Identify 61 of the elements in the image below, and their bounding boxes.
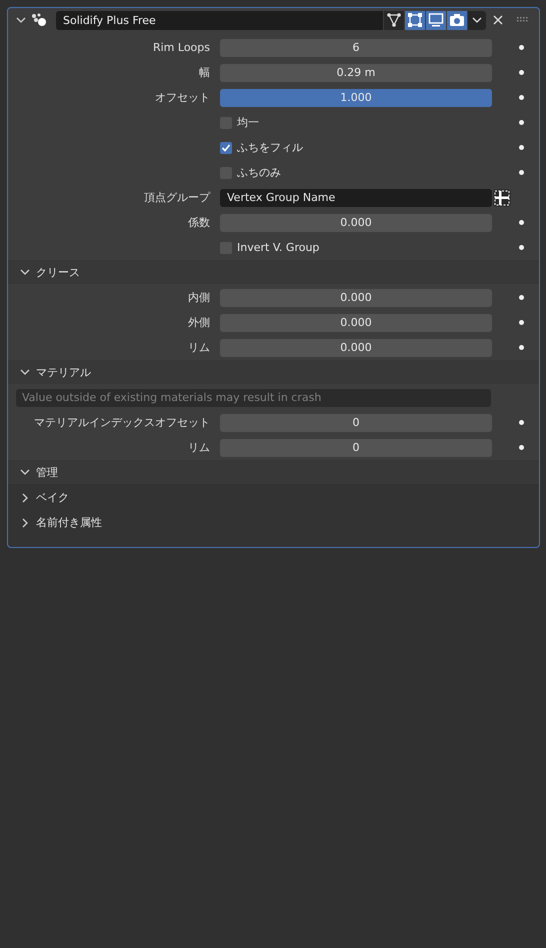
field-label: 係数 <box>188 216 210 229</box>
name-field[interactable]: Solidify Plus Free <box>56 10 383 30</box>
expand-chevron-icon <box>20 518 30 528</box>
keyframe-dot-icon[interactable] <box>519 170 524 175</box>
warning-message: Value outside of existing materials may result in crash <box>16 388 491 406</box>
keyframe-dot-icon[interactable] <box>519 445 524 450</box>
keyframe-dot-icon[interactable] <box>519 70 524 75</box>
camera-toggle[interactable] <box>447 10 467 30</box>
invert-toggle-icon[interactable] <box>493 188 511 206</box>
number-field[interactable]: 0.000 <box>220 288 492 306</box>
subpanel-header[interactable]: クリース <box>8 260 539 284</box>
field-label: 幅 <box>199 66 210 79</box>
checkbox-label: ふちのみ <box>237 165 281 180</box>
caret-icon <box>472 15 482 25</box>
subpanel-header[interactable]: 名前付き属性 <box>8 510 539 535</box>
field-label: 頂点グループ <box>144 191 210 204</box>
keyframe-dot-icon[interactable] <box>519 45 524 50</box>
expand-chevron-icon <box>20 492 30 502</box>
edit-mode-toggle[interactable] <box>405 10 425 30</box>
number-field[interactable]: 0.000 <box>220 314 492 332</box>
field-label: 外側 <box>188 316 210 329</box>
number-field[interactable]: 1.000 <box>220 88 492 106</box>
keyframe-dot-icon[interactable] <box>519 345 524 350</box>
number-field[interactable]: 0.29 m <box>220 64 492 82</box>
number-field[interactable]: 0.000 <box>220 338 492 356</box>
keyframe-dot-icon[interactable] <box>519 295 524 300</box>
subpanel-header[interactable]: ベイク <box>8 485 539 510</box>
collapse-chevron-icon <box>20 467 30 477</box>
keyframe-dot-icon[interactable] <box>519 95 524 100</box>
number-field[interactable]: 0.000 <box>220 214 492 232</box>
checkbox-label: ふちをフィル <box>237 140 303 155</box>
number-field[interactable]: 0 <box>220 438 492 456</box>
subpanel-header[interactable]: マテリアル <box>8 360 539 384</box>
checkbox-label: 均一 <box>237 115 259 130</box>
field-label: リム <box>188 341 210 354</box>
drag-handle-icon[interactable] <box>517 17 529 23</box>
field-label: リム <box>188 441 210 454</box>
checkbox-label: Invert V. Group <box>237 241 320 254</box>
number-field[interactable]: 0 <box>220 414 492 432</box>
keyframe-dot-icon[interactable] <box>519 245 524 250</box>
keyframe-dot-icon[interactable] <box>519 120 524 125</box>
field-label: マテリアルインデックスオフセット <box>34 416 210 429</box>
modifier-icon <box>31 13 47 27</box>
number-field[interactable]: 6 <box>220 38 492 56</box>
collapse-chevron-icon <box>20 267 30 277</box>
monitor-toggle[interactable] <box>426 10 446 30</box>
dropdown-button[interactable] <box>468 10 486 30</box>
checkbox[interactable] <box>220 142 232 154</box>
close-icon[interactable] <box>493 15 503 25</box>
keyframe-dot-icon[interactable] <box>519 220 524 225</box>
field-label: オフセット <box>155 91 210 104</box>
keyframe-dot-icon[interactable] <box>519 420 524 425</box>
field-label: Rim Loops <box>152 41 210 54</box>
keyframe-dot-icon[interactable] <box>519 320 524 325</box>
collapse-chevron-icon <box>20 367 30 377</box>
field-label: 内側 <box>188 291 210 304</box>
cage-toggle[interactable] <box>384 10 404 30</box>
collapse-chevron-icon[interactable] <box>16 15 26 25</box>
vertex-group-field[interactable]: Vertex Group Name <box>220 188 492 206</box>
subpanel-header[interactable]: 管理 <box>8 460 539 484</box>
keyframe-dot-icon[interactable] <box>519 145 524 150</box>
